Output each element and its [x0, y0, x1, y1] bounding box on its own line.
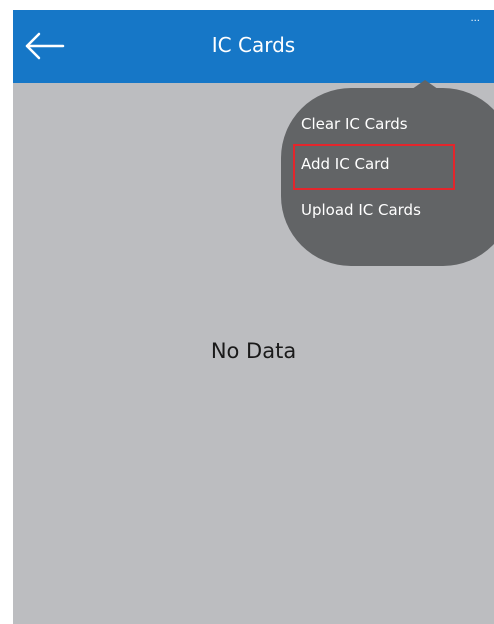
options-popup-menu: Clear IC Cards Add IC Card Upload IC Car… [281, 88, 494, 266]
menu-item-upload-ic-cards[interactable]: Upload IC Cards [301, 200, 421, 220]
app-screen: IC Cards ... No Data Clear IC Cards Add … [13, 10, 494, 624]
empty-state-text: No Data [210, 339, 297, 363]
menu-item-clear-ic-cards[interactable]: Clear IC Cards [301, 114, 408, 134]
page-title: IC Cards [211, 33, 296, 57]
menu-item-add-ic-card[interactable]: Add IC Card [301, 154, 390, 174]
more-options-button[interactable]: ... [470, 14, 480, 24]
app-header: IC Cards ... [13, 10, 494, 83]
